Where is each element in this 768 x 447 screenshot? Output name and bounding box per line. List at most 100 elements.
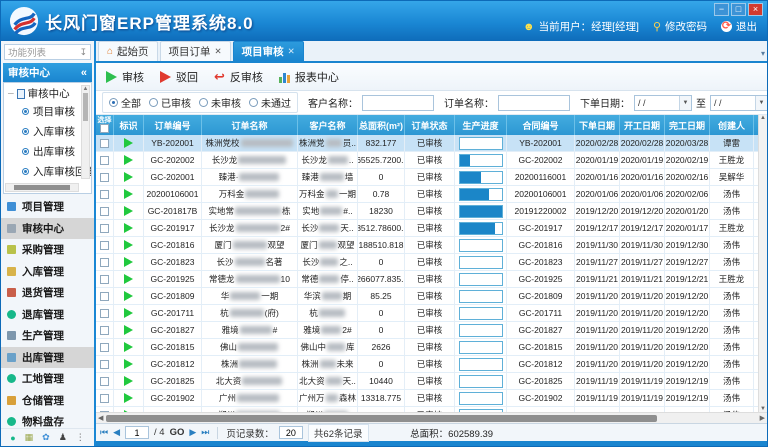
table-row[interactable]: GC-201817B实地常栋实地#..18230已审核2019122000220…: [96, 203, 758, 220]
column-header-选择[interactable]: 选择: [96, 115, 114, 135]
green-dot-icon[interactable]: ●: [10, 433, 15, 443]
function-search-input[interactable]: 功能列表 ↧: [4, 44, 91, 60]
tree-horizontal-scrollbar[interactable]: [5, 183, 79, 192]
column-header-标识[interactable]: 标识: [114, 115, 144, 135]
table-vertical-scrollbar[interactable]: ▲▼: [758, 115, 767, 412]
反审核-button[interactable]: ↩反审核: [214, 69, 263, 85]
cart-icon[interactable]: ▦: [25, 432, 34, 443]
chevron-down-icon[interactable]: ▼: [679, 96, 691, 110]
row-checkbox[interactable]: [100, 275, 109, 284]
table-horizontal-scrollbar[interactable]: ◀ ▶: [96, 412, 767, 423]
table-row[interactable]: YB-202001株洲党校株洲党员..832.177已审核YB-20200120…: [96, 135, 758, 152]
tab-起始页[interactable]: ⌂起始页: [98, 41, 158, 61]
table-row[interactable]: GC-201815佛山佛山中库2626已审核GC-2018152019/11/2…: [96, 339, 758, 356]
maximize-button[interactable]: □: [731, 3, 746, 16]
tree-item-出库审核[interactable]: 出库审核: [8, 141, 81, 161]
sidebar-item-审核中心[interactable]: 审核中心: [1, 218, 94, 240]
person-icon[interactable]: ♟: [59, 432, 67, 443]
table-row[interactable]: GC-202001臻港·臻港墙0已审核202001160012020/01/16…: [96, 169, 758, 186]
sidebar-item-生产管理[interactable]: 生产管理: [1, 325, 94, 347]
column-header-订单状态[interactable]: 订单状态: [405, 115, 455, 135]
column-header-生产进度[interactable]: 生产进度: [455, 115, 507, 135]
column-header-下单日期[interactable]: 下单日期: [575, 115, 620, 135]
last-page-icon[interactable]: ⏭: [201, 427, 209, 438]
tree-vertical-scrollbar[interactable]: ▲: [81, 85, 90, 179]
table-row[interactable]: GC-201809华一期华滨期85.25已审核GC-2018092019/11/…: [96, 288, 758, 305]
row-checkbox[interactable]: [100, 309, 109, 318]
column-header-开工日期[interactable]: 开工日期: [620, 115, 665, 135]
logout-button[interactable]: ⟳ 退出: [721, 19, 757, 34]
radio-全部[interactable]: 全部: [109, 95, 141, 110]
change-password-button[interactable]: ⚲ 修改密码: [653, 19, 707, 34]
sidebar-item-项目管理[interactable]: 项目管理: [1, 196, 94, 218]
sidebar-item-退货管理[interactable]: 退货管理: [1, 282, 94, 304]
order-date-picker[interactable]: / /▼: [634, 95, 692, 111]
radio-未审核[interactable]: 未审核: [199, 95, 241, 110]
pin-icon[interactable]: ↧: [79, 47, 87, 58]
page-size-input[interactable]: [279, 426, 303, 439]
column-header-客户名称[interactable]: 客户名称: [298, 115, 358, 135]
sidebar-item-退库管理[interactable]: 退库管理: [1, 304, 94, 326]
radio-未通过[interactable]: 未通过: [249, 95, 291, 110]
next-page-icon[interactable]: ▶: [189, 427, 196, 438]
collapse-icon[interactable]: «: [81, 67, 87, 79]
scroll-right-icon[interactable]: ▶: [760, 414, 767, 422]
tree-item-入库审核回退[interactable]: 入库审核回退: [8, 161, 81, 181]
customer-name-input[interactable]: [362, 95, 434, 111]
close-tab-icon[interactable]: ✕: [288, 46, 295, 57]
tree-item-入库审核[interactable]: 入库审核: [8, 121, 81, 141]
page-number-input[interactable]: [125, 426, 149, 439]
go-button[interactable]: GO: [170, 427, 185, 438]
row-checkbox[interactable]: [100, 241, 109, 250]
table-row[interactable]: GC-201825北大资北大资天..10440已审核GC-2018252019/…: [96, 373, 758, 390]
table-row[interactable]: GC-201917长沙龙2#长沙天..8512.78600..已审核GC-201…: [96, 220, 758, 237]
table-row[interactable]: GC-201812株洲株洲未来0已审核GC-2018122019/11/2020…: [96, 356, 758, 373]
row-checkbox[interactable]: [100, 139, 109, 148]
row-checkbox[interactable]: [100, 258, 109, 267]
table-row[interactable]: GC-201816厦门观望厦门观望188510.818已审核GC-2018162…: [96, 237, 758, 254]
close-tab-icon[interactable]: ✕: [215, 46, 222, 57]
sidebar-item-仓储管理[interactable]: 仓储管理: [1, 390, 94, 412]
table-row[interactable]: GC-201827雅境#雅境2#0已审核GC-2018272019/11/202…: [96, 322, 758, 339]
order-date-end-picker[interactable]: / /▼: [710, 95, 767, 111]
报表中心-button[interactable]: 报表中心: [279, 69, 339, 85]
tab-项目订单[interactable]: 项目订单✕: [160, 41, 231, 61]
select-all-checkbox[interactable]: [100, 124, 109, 133]
tab-项目审核[interactable]: 项目审核✕: [233, 41, 304, 61]
tree-root-node[interactable]: ─ 审核中心: [8, 86, 81, 101]
prev-page-icon[interactable]: ◀: [113, 427, 120, 438]
tab-overflow-icon[interactable]: ▾: [761, 49, 765, 58]
close-button[interactable]: ×: [748, 3, 763, 16]
row-checkbox[interactable]: [100, 377, 109, 386]
row-checkbox[interactable]: [100, 326, 109, 335]
radio-已审核[interactable]: 已审核: [149, 95, 191, 110]
first-page-icon[interactable]: ⏮: [100, 427, 108, 438]
row-checkbox[interactable]: [100, 173, 109, 182]
sidebar-item-采购管理[interactable]: 采购管理: [1, 239, 94, 261]
tree-item-项目审核[interactable]: 项目审核: [8, 101, 81, 121]
column-header-订单名称[interactable]: 订单名称: [202, 115, 298, 135]
table-row[interactable]: GC-201823长沙名著长沙之..0已审核GC-2018232019/11/2…: [96, 254, 758, 271]
sidebar-item-工地管理[interactable]: 工地管理: [1, 368, 94, 390]
table-row[interactable]: 20200106001万科金万科金一期0.78已审核20200106001202…: [96, 186, 758, 203]
row-checkbox[interactable]: [100, 292, 109, 301]
驳回-button[interactable]: 驳回: [160, 69, 198, 85]
row-checkbox[interactable]: [100, 343, 109, 352]
table-row[interactable]: GC-201902广州广州万森林13318.775已审核GC-201902201…: [96, 390, 758, 407]
minimize-button[interactable]: −: [714, 3, 729, 16]
sidebar-item-物料盘存[interactable]: 物料盘存: [1, 411, 94, 428]
leaf-icon[interactable]: ✿: [42, 432, 50, 443]
table-row[interactable]: GC-201711杭(府)杭0已审核GC-2017112019/11/20201…: [96, 305, 758, 322]
sidebar-item-出库管理[interactable]: 出库管理: [1, 347, 94, 369]
column-header-合同编号[interactable]: 合同编号: [507, 115, 575, 135]
column-header-总面积(m²)[interactable]: 总面积(m²): [358, 115, 405, 135]
scroll-left-icon[interactable]: ◀: [96, 414, 103, 422]
column-header-创建人[interactable]: 创建人: [710, 115, 754, 135]
column-header-完工日期[interactable]: 完工日期: [665, 115, 710, 135]
more-icon[interactable]: ⋮: [76, 432, 85, 443]
row-checkbox[interactable]: [100, 190, 109, 199]
row-checkbox[interactable]: [100, 156, 109, 165]
column-header-订单编号[interactable]: 订单编号: [144, 115, 202, 135]
row-checkbox[interactable]: [100, 207, 109, 216]
order-name-input[interactable]: [498, 95, 570, 111]
